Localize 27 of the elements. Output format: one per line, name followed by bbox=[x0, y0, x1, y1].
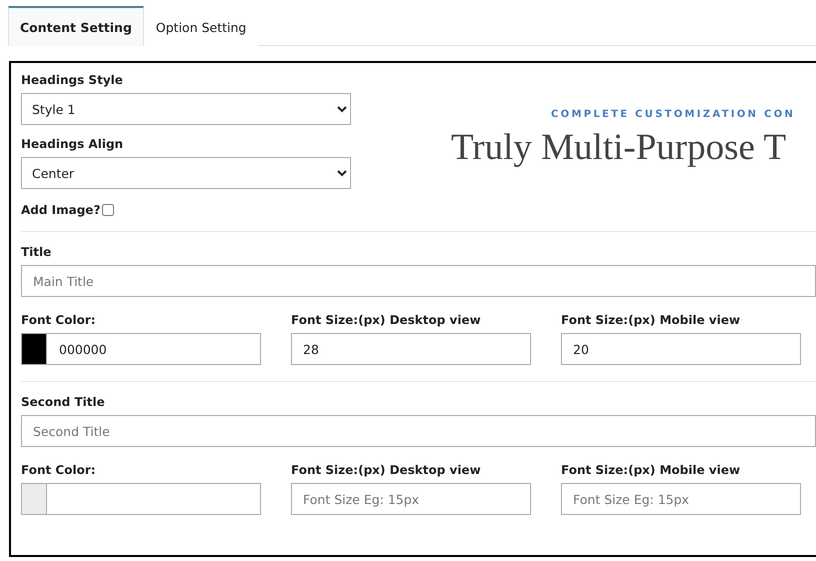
input-field[interactable]: 28 bbox=[291, 333, 531, 365]
field-label: Font Size:(px) Mobile view bbox=[561, 463, 742, 477]
preview-subtitle: COMPLETE CUSTOMIZATION CON bbox=[551, 109, 796, 120]
input-field[interactable]: Font Size Eg: 15px bbox=[561, 483, 801, 515]
input-field[interactable]: Main Title bbox=[21, 265, 816, 297]
field-label: Font Size:(px) Mobile view bbox=[561, 313, 742, 327]
field-label: Second Title bbox=[21, 395, 106, 409]
select-field[interactable]: Style 1 bbox=[21, 93, 351, 125]
field-label: Font Size:(px) Desktop view bbox=[291, 463, 482, 477]
checkbox[interactable] bbox=[102, 204, 114, 216]
tab[interactable]: Content Setting bbox=[8, 6, 144, 46]
field-label: Headings Style bbox=[21, 73, 124, 87]
input-field[interactable]: 20 bbox=[561, 333, 801, 365]
input-field[interactable]: Font Size Eg: 15px bbox=[291, 483, 531, 515]
color-field[interactable] bbox=[21, 483, 261, 515]
field-label: Headings Align bbox=[21, 137, 124, 151]
color-field[interactable]: 000000 bbox=[21, 333, 261, 365]
field-label: Font Color: bbox=[21, 463, 97, 477]
field-label: Font Color: bbox=[21, 313, 97, 327]
field-label: Font Size:(px) Desktop view bbox=[291, 313, 482, 327]
input-field[interactable]: Second Title bbox=[21, 415, 816, 447]
color-swatch[interactable] bbox=[22, 334, 47, 364]
preview-heading: Truly Multi-Purpose T bbox=[451, 126, 788, 169]
checkbox-label: Add Image? bbox=[21, 203, 100, 217]
field-label: Title bbox=[21, 245, 52, 259]
color-swatch[interactable] bbox=[22, 484, 47, 514]
select-field[interactable]: Center bbox=[21, 157, 351, 189]
